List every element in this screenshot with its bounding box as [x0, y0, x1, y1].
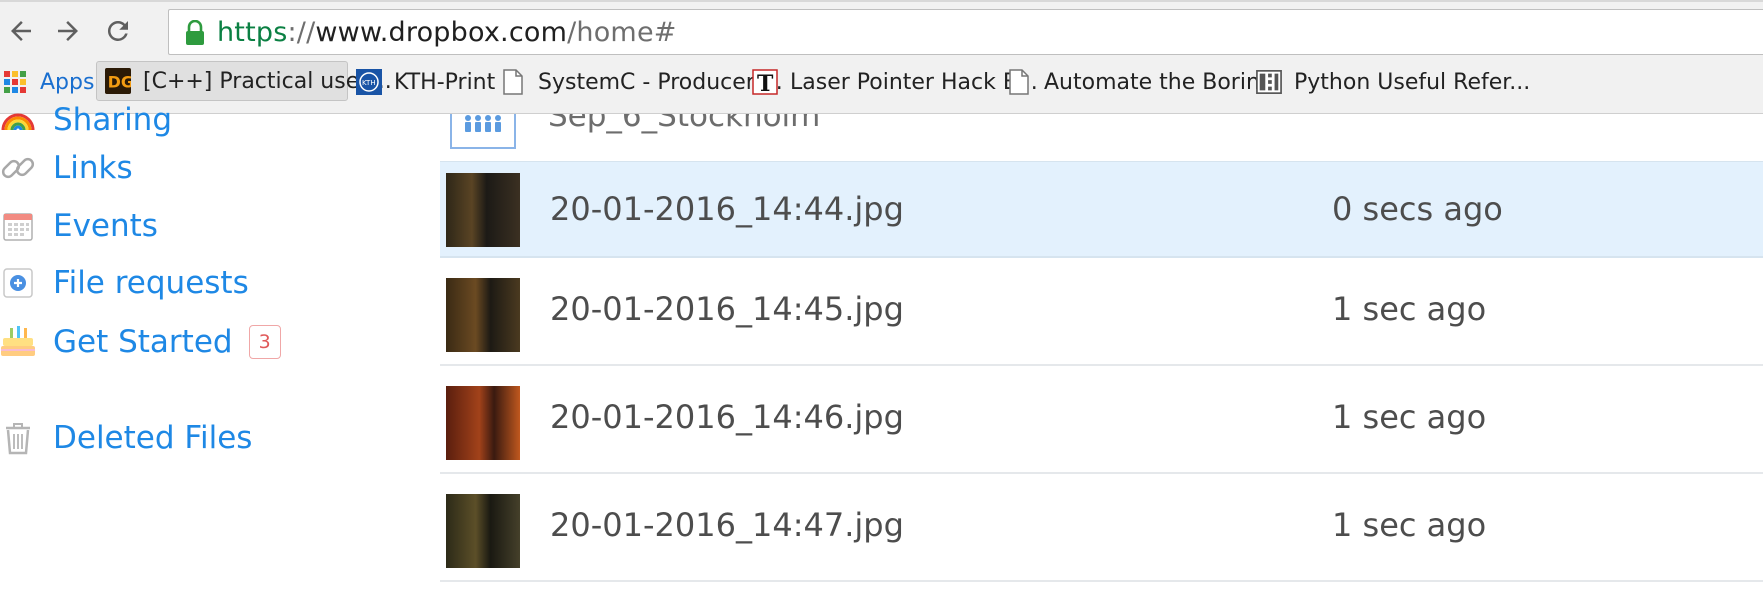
bookmark-label: Python Useful Refer... [1294, 69, 1531, 95]
sidebar-item-label: Deleted Files [53, 420, 253, 456]
sidebar-item-label: File requests [53, 265, 249, 301]
url-scheme: https [217, 17, 288, 48]
file-modified: 1 sec ago [1332, 290, 1487, 328]
bookmark-label: Apps [40, 69, 95, 95]
svg-text:DG: DG [108, 73, 131, 92]
bookmark-cpp-practical-uses[interactable]: DG [C++] Practical uses... [96, 61, 392, 101]
sidebar: Sharing Links Events File requests Get S… [0, 102, 440, 605]
sidebar-item-file-requests[interactable]: File requests [0, 265, 249, 301]
bookmark-label: SystemC - Producer ... [538, 69, 783, 95]
calendar-icon [0, 208, 36, 244]
bookmark-python-useful-reference[interactable]: Python Useful Refer... [1256, 62, 1530, 102]
file-name: 20-01-2016_14:46.jpg [550, 398, 904, 436]
bookmarks-bar: Apps DG [C++] Practical uses... KTH KTH-… [0, 58, 1763, 114]
bookmark-systemc[interactable]: SystemC - Producer ... [500, 62, 783, 102]
lock-icon [186, 20, 204, 45]
bookmark-label: [C++] Practical uses... [143, 68, 392, 94]
file-row[interactable]: 20-01-2016_14:45.jpg 1 sec ago [440, 258, 1763, 366]
image-thumbnail [446, 494, 520, 568]
sidebar-item-deleted-files[interactable]: Deleted Files [0, 420, 252, 456]
url-text: https://www.dropbox.com/home# [217, 17, 677, 48]
sidebar-item-events[interactable]: Events [0, 208, 158, 244]
doc-grid-icon [1256, 69, 1282, 95]
tab-strip-edge [0, 0, 1763, 2]
t-logo-icon: T [752, 69, 778, 95]
file-modified: 1 sec ago [1332, 398, 1487, 436]
folder-name: Sep_6_Stockholm [548, 114, 821, 134]
bookmark-label: Automate the Borin... [1044, 69, 1281, 95]
arrow-right-icon [58, 21, 78, 41]
bookmark-label: Laser Pointer Hack E... [790, 69, 1038, 95]
page-icon [1006, 69, 1032, 95]
reload-button[interactable] [101, 14, 135, 48]
url-host: www.dropbox.com [315, 17, 568, 48]
forward-button[interactable] [51, 14, 85, 48]
bookmark-label: KTH-Print [394, 69, 496, 95]
rainbow-icon [0, 102, 36, 138]
sidebar-item-label: Events [53, 208, 158, 244]
plus-circle-icon [0, 265, 36, 301]
file-list: Sep_6_Stockholm 20-01-2016_14:44.jpg 0 s… [440, 114, 1763, 605]
bookmark-laser-pointer-hack[interactable]: T Laser Pointer Hack E... [752, 62, 1038, 102]
image-thumbnail [446, 173, 520, 247]
sidebar-item-links[interactable]: Links [0, 150, 133, 186]
folder-row[interactable]: Sep_6_Stockholm [440, 114, 1763, 163]
svg-text:KTH: KTH [362, 79, 376, 87]
shared-folder-icon [450, 114, 516, 149]
svg-text:T: T [757, 71, 774, 95]
sidebar-item-label: Get Started [53, 324, 233, 360]
image-thumbnail [446, 278, 520, 352]
url-separator: :// [287, 17, 316, 48]
sidebar-item-label: Links [53, 150, 133, 186]
bookmark-automate-the-boring[interactable]: Automate the Borin... [1006, 62, 1281, 102]
chain-link-icon [0, 150, 36, 186]
apps-grid-icon [2, 69, 28, 95]
bookmark-apps[interactable]: Apps [2, 62, 94, 102]
file-name: 20-01-2016_14:44.jpg [550, 190, 904, 228]
file-modified: 1 sec ago [1332, 506, 1487, 544]
file-name: 20-01-2016_14:47.jpg [550, 506, 904, 544]
file-row[interactable]: 20-01-2016_14:46.jpg 1 sec ago [440, 366, 1763, 474]
sidebar-item-sharing[interactable]: Sharing [0, 102, 172, 138]
bookmark-kth-print[interactable]: KTH KTH-Print [356, 62, 495, 102]
trash-icon [0, 420, 36, 456]
browser-toolbar: https://www.dropbox.com/home# [0, 0, 1763, 58]
sidebar-item-get-started[interactable]: Get Started 3 [0, 324, 281, 360]
address-bar[interactable]: https://www.dropbox.com/home# [168, 9, 1763, 55]
file-row[interactable]: 20-01-2016_14:47.jpg 1 sec ago [440, 474, 1763, 582]
cake-icon [0, 324, 36, 360]
dg-logo-icon: DG [105, 68, 131, 94]
sidebar-item-label: Sharing [53, 102, 173, 138]
file-modified: 0 secs ago [1332, 190, 1503, 228]
arrow-left-icon [11, 21, 31, 41]
back-button[interactable] [4, 14, 38, 48]
file-name: 20-01-2016_14:45.jpg [550, 290, 904, 328]
url-path: /home# [567, 17, 677, 48]
image-thumbnail [446, 386, 520, 460]
file-row[interactable]: 20-01-2016_14:44.jpg 0 secs ago [440, 161, 1763, 258]
notification-badge: 3 [248, 325, 281, 359]
reload-icon [107, 20, 128, 41]
kth-logo-icon: KTH [356, 69, 382, 95]
page-icon [500, 69, 526, 95]
